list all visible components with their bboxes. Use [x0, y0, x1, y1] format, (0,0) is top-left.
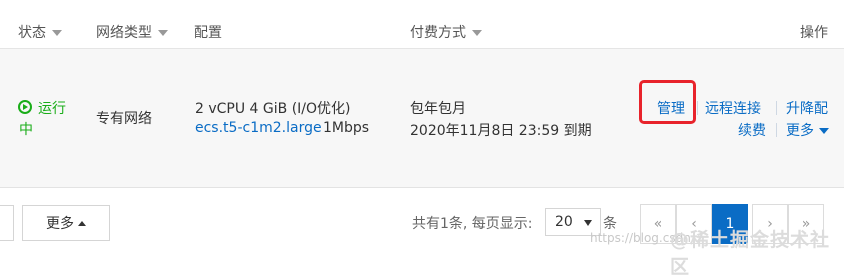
manage-highlight-box	[639, 80, 696, 124]
double-left-icon: «	[653, 216, 663, 232]
running-status-icon	[18, 100, 32, 114]
remote-connect-link[interactable]: 远程连接	[705, 98, 761, 118]
column-network-header[interactable]: 网络类型	[96, 22, 168, 42]
status-filter-caret-icon[interactable]	[52, 30, 62, 36]
table-row: 运行 中 专有网络 2 vCPU 4 GiB (I/O优化) ecs.t5-c1…	[0, 49, 844, 188]
page-size-value: 20	[555, 214, 573, 230]
billing-type: 包年包月	[410, 101, 466, 117]
status-text-line1: 运行	[38, 101, 66, 117]
action-divider	[776, 123, 777, 137]
renew-link[interactable]: 续费	[738, 120, 766, 140]
column-status-label: 状态	[18, 25, 46, 41]
batch-more-label: 更多	[46, 216, 74, 232]
column-config-label: 配置	[194, 25, 222, 41]
column-config-header: 配置	[194, 22, 222, 42]
column-payment-label: 付费方式	[410, 25, 466, 41]
column-status-header[interactable]: 状态	[18, 22, 62, 42]
instance-type-link[interactable]: ecs.t5-c1m2.large	[195, 120, 322, 136]
status-text-line2: 中	[19, 122, 33, 138]
watermark-brand: @稀土掘金技术社区	[670, 229, 831, 278]
table-header: 状态 网络类型 配置 付费方式 操作	[0, 0, 844, 49]
column-payment-header[interactable]: 付费方式	[410, 22, 482, 42]
bandwidth-value: 1Mbps	[323, 120, 370, 136]
network-filter-caret-icon[interactable]	[158, 30, 168, 36]
config-spec: 2 vCPU 4 GiB (I/O优化)	[195, 101, 351, 117]
payment-filter-caret-icon[interactable]	[472, 30, 482, 36]
more-actions-label: 更多	[786, 123, 814, 139]
upgrade-link[interactable]: 升降配	[786, 98, 828, 118]
chevron-down-icon	[584, 220, 592, 226]
pagination-summary: 共有1条, 每页显示:	[412, 216, 533, 232]
batch-more-button[interactable]: 更多	[22, 205, 110, 241]
column-actions-label: 操作	[800, 25, 828, 41]
network-type-value: 专有网络	[96, 111, 152, 127]
more-actions-dropdown[interactable]: 更多	[786, 120, 829, 140]
action-divider	[697, 101, 698, 115]
batch-select-button[interactable]	[0, 205, 14, 241]
action-divider	[776, 101, 777, 115]
expire-date: 2020年11月8日 23:59 到期	[410, 123, 592, 139]
column-actions-header: 操作	[800, 22, 828, 42]
chevron-down-icon	[819, 128, 829, 134]
page-size-unit: 条	[603, 216, 617, 232]
column-network-label: 网络类型	[96, 25, 152, 41]
caret-up-icon	[78, 220, 86, 226]
